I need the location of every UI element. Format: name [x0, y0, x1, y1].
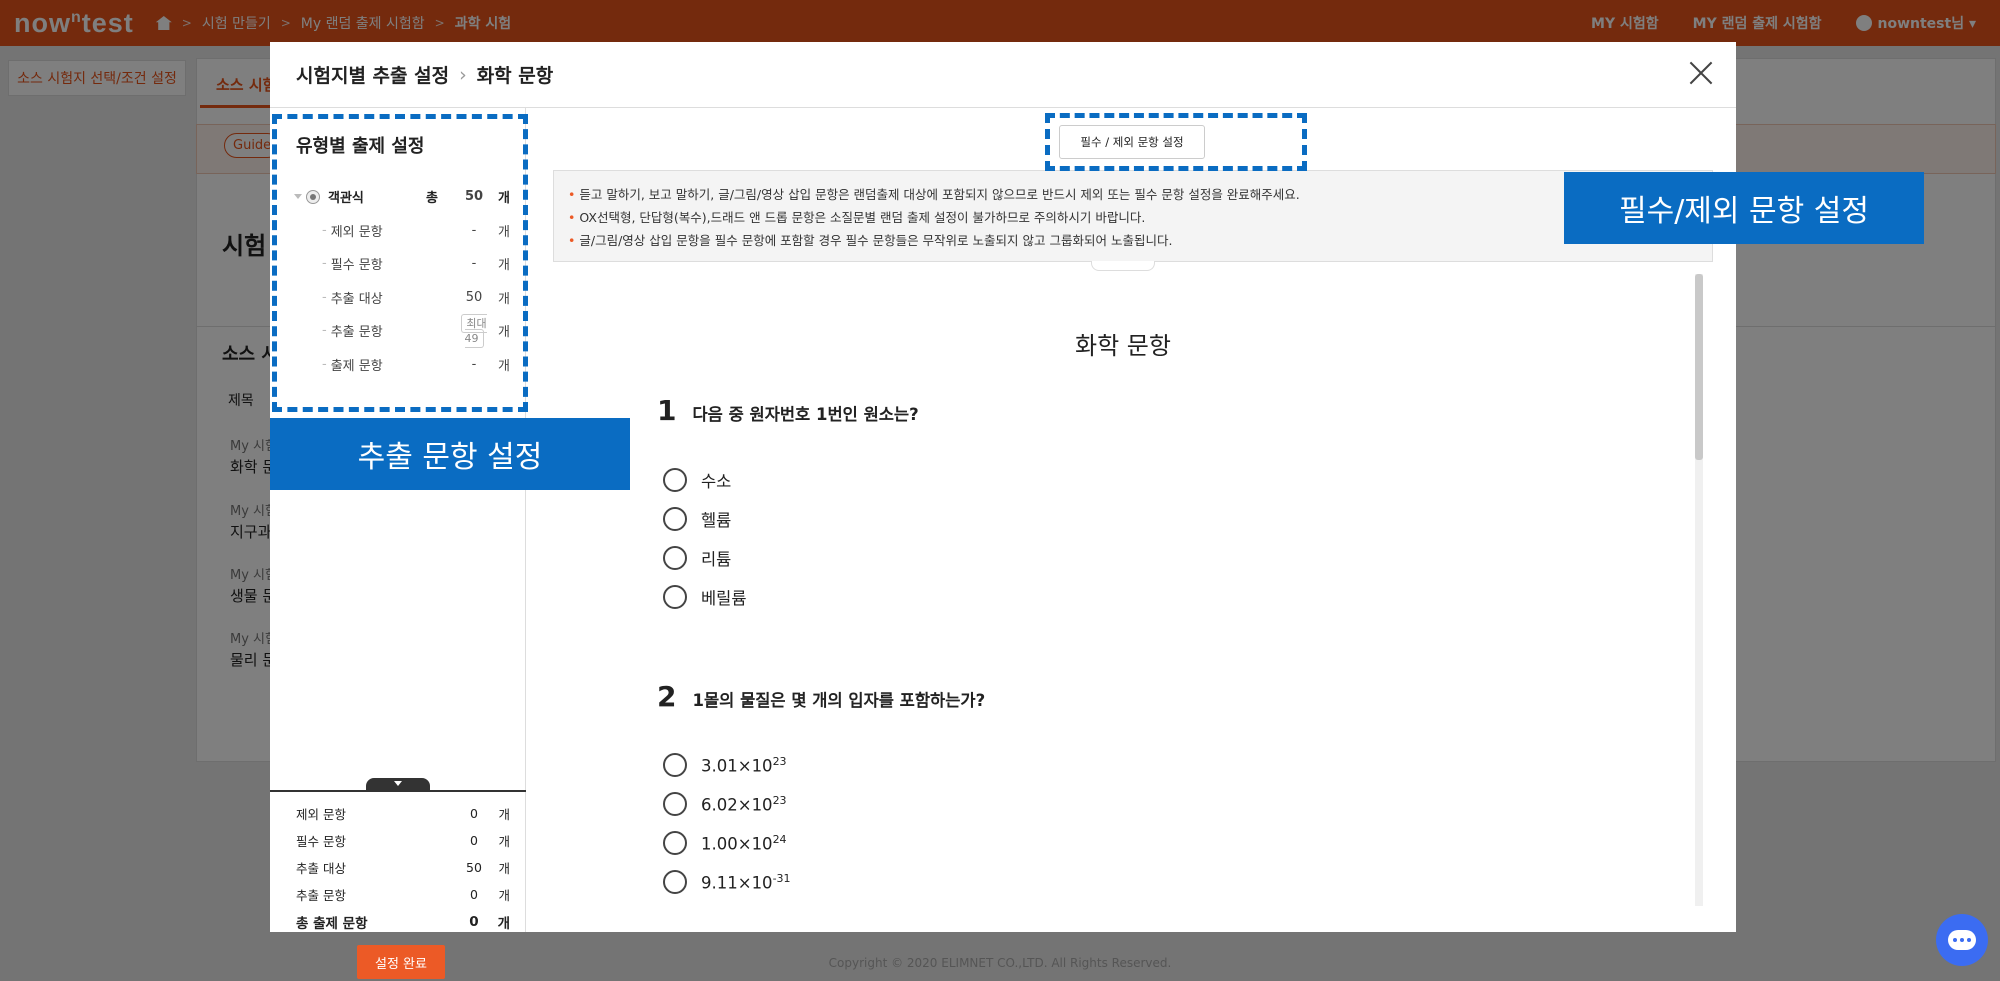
annotation-highlight-box [272, 114, 528, 412]
question: 1 다음 중 원자번호 1번인 원소는? [657, 394, 919, 427]
question-preview-panel: 필수 / 제외 문항 설정 듣고 말하기, 보고 말하기, 글/그림/영상 삽입… [527, 108, 1924, 932]
radio-button[interactable] [663, 831, 687, 855]
option-label: 1.00×1024 [701, 833, 787, 854]
modal-subtitle: 화학 문항 [476, 65, 554, 87]
answer-option[interactable]: 6.02×1023 [663, 792, 787, 816]
unit-label: 개 [498, 888, 510, 903]
summary-label: 필수 문항 [296, 834, 346, 849]
answer-option[interactable]: 1.00×1024 [663, 831, 787, 855]
notice-box: 듣고 말하기, 보고 말하기, 글/그림/영상 삽입 문항은 랜덤출제 대상에 … [553, 170, 1713, 262]
summary-label: 제외 문항 [296, 807, 346, 822]
radio-button[interactable] [663, 546, 687, 570]
annotation-callout-required: 필수/제외 문항 설정 [1564, 172, 1924, 244]
option-exponent: -31 [772, 871, 791, 885]
option-label: 6.02×1023 [701, 794, 787, 815]
radio-button[interactable] [663, 792, 687, 816]
document-title: 화학 문항 [1075, 332, 1171, 360]
unit-label: 개 [498, 834, 510, 849]
question-text: 1몰의 물질은 몇 개의 입자를 포함하는가? [692, 691, 986, 710]
notice-collapse-toggle[interactable] [1091, 261, 1155, 271]
answer-option[interactable]: 베릴륨 [663, 585, 747, 609]
chevron-right-icon: › [459, 63, 467, 86]
question-number: 2 [657, 680, 677, 713]
option-label: 수소 [701, 472, 732, 491]
summary-divider [270, 790, 526, 792]
annotation-callout-extract: 추출 문항 설정 [270, 418, 630, 490]
option-exponent: 24 [772, 832, 787, 846]
question-content: 화학 문항 1 다음 중 원자번호 1번인 원소는? 수소 헬륨 리튬 베릴륨 … [553, 278, 1693, 932]
settings-done-button[interactable]: 설정 완료 [357, 945, 445, 979]
chat-icon [1948, 930, 1976, 950]
answer-option[interactable]: 3.01×1023 [663, 753, 787, 777]
radio-button[interactable] [663, 507, 687, 531]
option-label: 헬륨 [701, 511, 732, 530]
footer-copyright: Copyright © 2020 ELIMNET CO.,LTD. All Ri… [828, 956, 1172, 970]
summary-value: 0 [470, 806, 478, 821]
unit-label: 개 [498, 861, 510, 876]
question: 2 1몰의 물질은 몇 개의 입자를 포함하는가? [657, 680, 985, 713]
option-label: 리튬 [701, 550, 732, 569]
answer-option[interactable]: 수소 [663, 468, 731, 492]
annotation-highlight-box [1045, 113, 1307, 171]
answer-option[interactable]: 9.11×10-31 [663, 870, 791, 894]
summary-total-row: 총 출제 문항 0 개 [296, 908, 510, 935]
modal-title: 시험지별 추출 설정 [296, 65, 450, 87]
close-icon[interactable] [1688, 60, 1714, 86]
summary-label: 추출 문항 [296, 888, 346, 903]
radio-button[interactable] [663, 585, 687, 609]
notice-item: 듣고 말하기, 보고 말하기, 글/그림/영상 삽입 문항은 랜덤출제 대상에 … [568, 183, 1698, 206]
question-number: 1 [657, 394, 677, 427]
option-label: 9.11×10-31 [701, 872, 791, 893]
summary-label: 총 출제 문항 [296, 915, 368, 932]
summary-value: 0 [470, 887, 478, 902]
option-base: 1.00×10 [701, 834, 773, 854]
radio-button[interactable] [663, 870, 687, 894]
notice-item: 글/그림/영상 삽입 문항을 필수 문항에 포함할 경우 필수 문항들은 무작위… [568, 229, 1698, 252]
unit-label: 개 [497, 915, 510, 932]
scrollbar-thumb[interactable] [1695, 274, 1703, 460]
notice-item: OX선택형, 단답형(복수),드래드 앤 드롭 문항은 소질문별 랜덤 출제 설… [568, 206, 1698, 229]
answer-option[interactable]: 리튬 [663, 546, 731, 570]
radio-button[interactable] [663, 468, 687, 492]
extraction-settings-modal: 시험지별 추출 설정 › 화학 문항 유형별 출제 설정 객관식 총 50 개 … [270, 42, 1924, 979]
unit-label: 개 [498, 807, 510, 822]
summary-value: 0 [470, 833, 478, 848]
option-exponent: 23 [772, 754, 787, 768]
option-label: 3.01×1023 [701, 755, 787, 776]
option-base: 6.02×10 [701, 795, 773, 815]
option-exponent: 23 [772, 793, 787, 807]
question-text: 다음 중 원자번호 1번인 원소는? [692, 405, 919, 424]
summary-row: 추출 문항 0 개 [296, 881, 510, 908]
option-label: 베릴륨 [701, 589, 747, 608]
answer-option[interactable]: 헬륨 [663, 507, 731, 531]
radio-button[interactable] [663, 753, 687, 777]
summary-table: 제외 문항 0 개 필수 문항 0 개 추출 대상 50 개 추출 문항 0 개… [296, 800, 510, 935]
content-scrollbar[interactable] [1695, 274, 1703, 906]
modal-header: 시험지별 추출 설정 › 화학 문항 [270, 42, 1736, 108]
summary-row: 필수 문항 0 개 [296, 827, 510, 854]
summary-toggle[interactable] [366, 778, 430, 790]
chat-button[interactable] [1936, 914, 1988, 966]
summary-value: 0 [469, 913, 479, 930]
option-base: 3.01×10 [701, 756, 773, 776]
option-base: 9.11×10 [701, 873, 773, 893]
summary-label: 추출 대상 [296, 861, 346, 876]
summary-value: 50 [466, 860, 482, 875]
summary-row: 제외 문항 0 개 [296, 800, 510, 827]
summary-row: 추출 대상 50 개 [296, 854, 510, 881]
